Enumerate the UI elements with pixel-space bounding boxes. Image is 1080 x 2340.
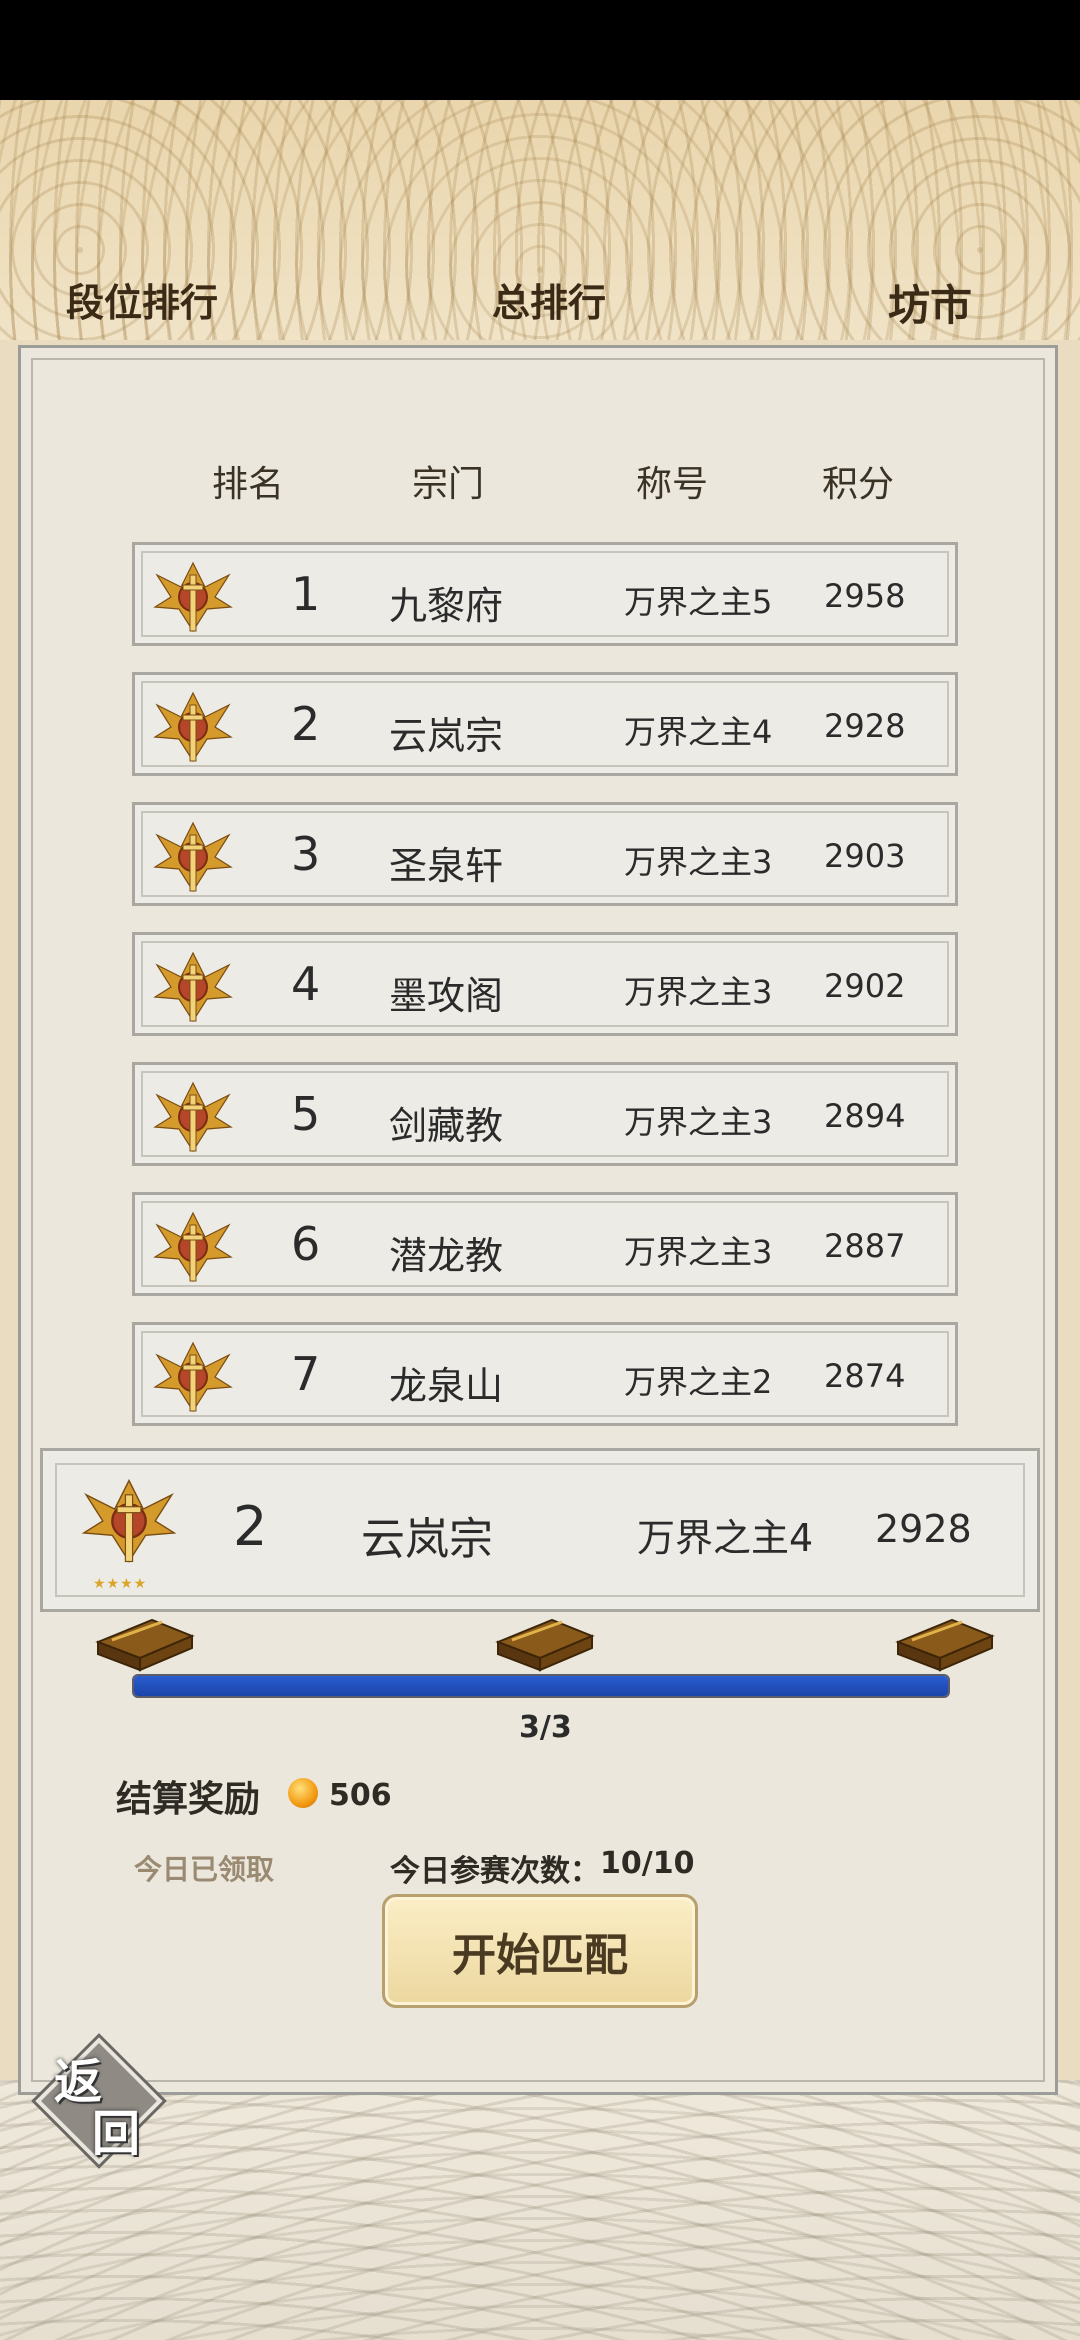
row-sect: 云岚宗 (389, 714, 504, 758)
row-sect: 圣泉轩 (389, 844, 504, 888)
reward-progress-bar (132, 1674, 950, 1698)
column-header-title: 称号 (636, 464, 709, 505)
row-sect: 九黎府 (389, 584, 504, 628)
start-match-button[interactable]: 开始匹配 (382, 1894, 698, 2008)
decorative-footer-background (0, 2080, 1080, 2340)
golden-emblem-icon (81, 1478, 177, 1563)
settlement-reward-value: 506 (329, 1778, 392, 1813)
row-title: 万界之主3 (624, 1103, 773, 1141)
golden-emblem-icon (153, 561, 233, 633)
golden-emblem-icon (153, 691, 233, 763)
ranking-row[interactable]: 1 九黎府 万界之主5 2958 (132, 542, 958, 646)
ranking-row[interactable]: 6 潜龙教 万界之主3 2887 (132, 1192, 958, 1296)
treasure-chest-icon[interactable] (492, 1612, 598, 1672)
row-sect: 剑藏教 (389, 1104, 504, 1148)
my-score: 2928 (875, 1507, 972, 1551)
row-title: 万界之主2 (624, 1363, 773, 1401)
claimed-today-status: 今日已领取 (134, 1853, 275, 1886)
column-header-score: 积分 (822, 464, 895, 505)
row-title: 万界之主3 (624, 973, 773, 1011)
row-score: 2903 (824, 837, 906, 875)
attempts-value: 10/10 (600, 1846, 695, 1881)
attempts-label: 今日参赛次数： (390, 1854, 600, 1889)
gold-coin-icon (288, 1778, 318, 1808)
row-rank: 7 (291, 1347, 321, 1401)
treasure-chest-icon[interactable] (892, 1612, 998, 1672)
row-title: 万界之主5 (624, 583, 773, 621)
my-title: 万界之主4 (637, 1516, 814, 1560)
row-score: 2958 (824, 577, 906, 615)
row-score: 2887 (824, 1227, 906, 1265)
row-score: 2928 (824, 707, 906, 745)
ranking-row[interactable]: 3 圣泉轩 万界之主3 2903 (132, 802, 958, 906)
tab-rank-ranking[interactable]: 段位排行 (66, 272, 218, 327)
tab-total-ranking[interactable]: 总排行 (492, 272, 606, 327)
row-rank: 3 (291, 827, 321, 881)
row-score: 2874 (824, 1357, 906, 1395)
row-rank: 2 (291, 697, 321, 751)
row-title: 万界之主3 (624, 843, 773, 881)
my-sect: 云岚宗 (361, 1514, 493, 1565)
row-title: 万界之主3 (624, 1233, 773, 1271)
progress-text: 3/3 (519, 1710, 572, 1745)
star-rating: ★★★★ (93, 1576, 148, 1592)
golden-emblem-icon (153, 951, 233, 1023)
row-rank: 1 (291, 567, 321, 621)
column-header-sect: 宗门 (412, 464, 485, 505)
back-button[interactable]: 返 回 (34, 2036, 163, 2165)
ranking-row[interactable]: 7 龙泉山 万界之主2 2874 (132, 1322, 958, 1426)
row-rank: 6 (291, 1217, 321, 1271)
row-rank: 4 (291, 957, 321, 1011)
row-sect: 龙泉山 (389, 1364, 504, 1408)
golden-emblem-icon (153, 821, 233, 893)
row-title: 万界之主4 (624, 713, 773, 751)
ranking-row[interactable]: 4 墨攻阁 万界之主3 2902 (132, 932, 958, 1036)
ranking-row[interactable]: 5 剑藏教 万界之主3 2894 (132, 1062, 958, 1166)
top-tabs: 段位排行 总排行 坊市 (0, 272, 1080, 332)
column-header-rank: 排名 (212, 464, 285, 505)
treasure-chest-icon[interactable] (92, 1612, 198, 1672)
golden-emblem-icon (153, 1341, 233, 1413)
back-label-char-2: 回 (92, 2106, 141, 2162)
golden-emblem-icon (153, 1081, 233, 1153)
row-score: 2902 (824, 967, 906, 1005)
progress-fill (134, 1676, 948, 1696)
row-sect: 潜龙教 (389, 1234, 504, 1278)
row-rank: 5 (291, 1087, 321, 1141)
ranking-list[interactable]: 1 九黎府 万界之主5 2958 2 云岚宗 万界之主4 2928 3 圣泉轩 万界之主3 2903 4… (118, 520, 972, 1445)
my-ranking-row: ★★★★ 2 云岚宗 万界之主4 2928 (40, 1448, 1040, 1612)
tab-market[interactable]: 坊市 (888, 272, 972, 333)
ranking-row[interactable]: 2 云岚宗 万界之主4 2928 (132, 672, 958, 776)
row-score: 2894 (824, 1097, 906, 1135)
status-bar (0, 0, 1080, 100)
golden-emblem-icon (153, 1211, 233, 1283)
settlement-reward-label: 结算奖励 (116, 1779, 261, 1820)
my-rank: 2 (233, 1495, 268, 1558)
row-sect: 墨攻阁 (389, 974, 504, 1018)
